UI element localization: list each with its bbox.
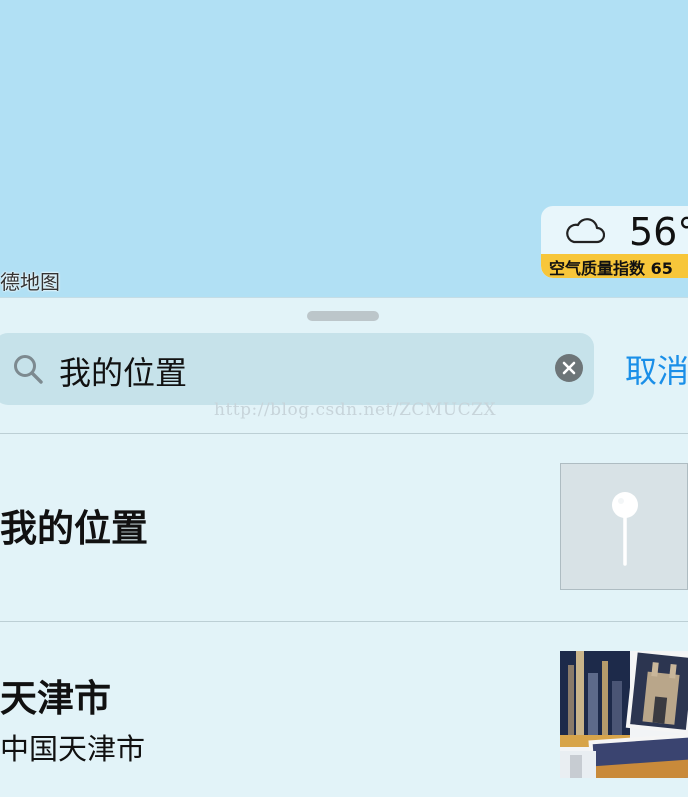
city-photo	[560, 651, 688, 778]
cloud-icon	[566, 218, 605, 244]
result-title: 我的位置	[0, 507, 148, 550]
map-view[interactable]: 德地图 56° 空气质量指数 65	[0, 0, 688, 297]
search-bar[interactable]: 我的位置	[0, 333, 594, 405]
close-icon	[562, 361, 576, 375]
divider	[0, 621, 688, 622]
map-attribution: 德地图	[0, 270, 60, 294]
cancel-button[interactable]: 取消	[625, 346, 688, 392]
aqi-label: 空气质量指数 65	[549, 259, 673, 278]
watermark: http://blog.csdn.net/ZCMUCZX	[214, 400, 497, 420]
city-collage-image	[560, 651, 688, 778]
pin-icon	[612, 492, 638, 566]
result-title: 天津市	[0, 677, 111, 720]
search-input[interactable]: 我的位置	[59, 348, 187, 394]
location-thumbnail	[560, 463, 688, 590]
weather-card[interactable]: 56° 空气质量指数 65	[541, 206, 688, 278]
result-subtitle: 中国天津市	[0, 732, 146, 766]
aqi-badge: 空气质量指数 65	[541, 254, 688, 278]
search-icon	[14, 355, 43, 384]
divider	[0, 433, 688, 434]
sheet-grabber-handle[interactable]	[307, 311, 379, 321]
weather-temperature: 56°	[629, 210, 688, 254]
clear-search-button[interactable]	[555, 354, 583, 382]
